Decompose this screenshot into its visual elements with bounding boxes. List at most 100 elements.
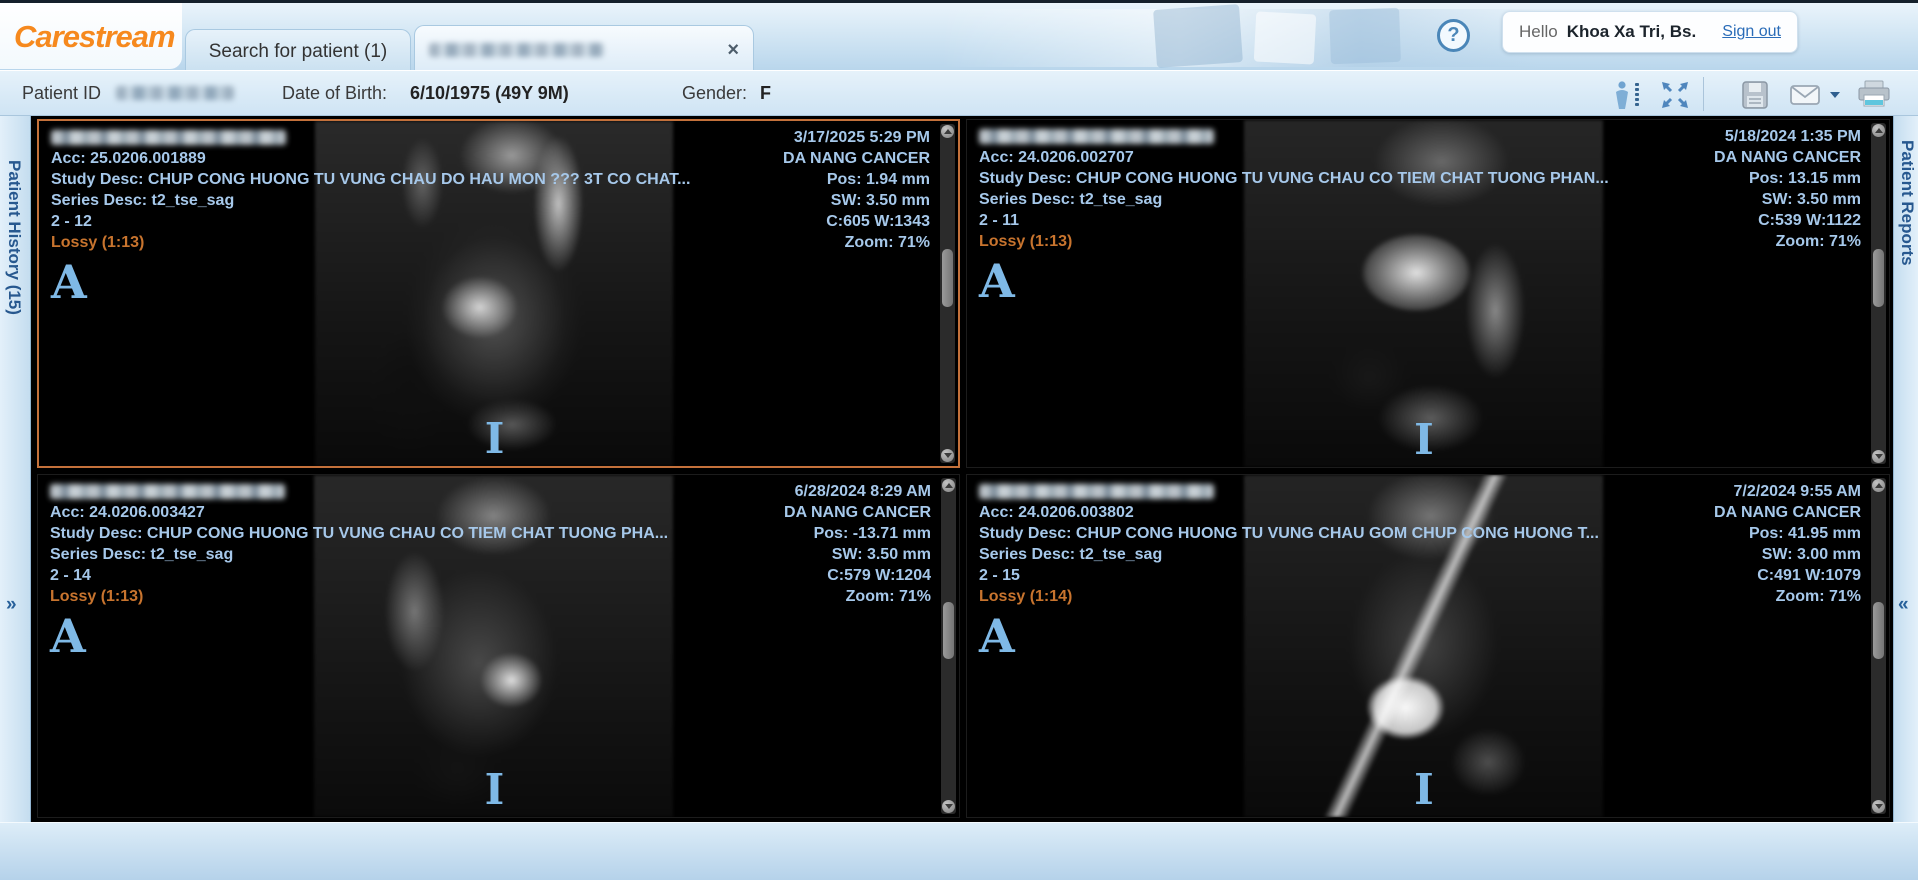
datetime-line: 7/2/2024 9:55 AM	[1714, 481, 1861, 502]
header-decoration	[1329, 8, 1401, 64]
viewer-panel-2[interactable]: Acc: 24.0206.002707 Study Desc: CHUP CON…	[966, 119, 1890, 468]
orientation-marker-anterior: A	[50, 613, 86, 659]
position-line: Pos: 13.15 mm	[1714, 168, 1861, 189]
dob-label: Date of Birth:	[282, 83, 387, 104]
logo-panel: Carestream	[0, 3, 182, 69]
slice-width-line: SW: 3.00 mm	[1714, 544, 1861, 565]
slice-width-line: SW: 3.50 mm	[784, 544, 931, 565]
viewer-panel-4[interactable]: Acc: 24.0206.003802 Study Desc: CHUP CON…	[966, 474, 1890, 818]
datetime-line: 3/17/2025 5:29 PM	[783, 127, 930, 148]
scrollbar-thumb[interactable]	[1873, 249, 1884, 307]
header-decoration	[1153, 4, 1243, 68]
scroll-up-icon[interactable]	[1872, 124, 1885, 137]
tab-active-patient[interactable]: ×	[414, 25, 754, 73]
scroll-up-icon[interactable]	[1872, 479, 1885, 492]
user-greeting-box: Hello Khoa Xa Tri, Bs. Sign out	[1502, 11, 1798, 53]
overlay-right: 3/17/2025 5:29 PM DA NANG CANCER Pos: 1.…	[783, 127, 930, 253]
scrollbar-thumb[interactable]	[1873, 602, 1884, 659]
scroll-down-icon[interactable]	[942, 800, 955, 813]
patient-name-redacted	[50, 484, 285, 499]
overlay-left: Acc: 24.0206.003427 Study Desc: CHUP CON…	[50, 481, 668, 607]
sign-out-link[interactable]: Sign out	[1722, 23, 1781, 41]
facility-line: DA NANG CANCER	[783, 148, 930, 169]
scrollbar-thumb[interactable]	[943, 602, 954, 659]
series-desc-line: Series Desc: t2_tse_sag	[979, 189, 1609, 210]
carestream-logo: Carestream	[14, 19, 175, 55]
zoom-line: Zoom: 71%	[1714, 231, 1861, 252]
accession-line: Acc: 24.0206.003802	[979, 502, 1599, 523]
expand-history-icon[interactable]: »	[6, 594, 17, 616]
accession-line: Acc: 24.0206.002707	[979, 147, 1609, 168]
image-index-line: 2 - 15	[979, 565, 1599, 586]
application-window: Carestream Search for patient (1) × ? He…	[0, 0, 1918, 880]
patient-reports-sidebar[interactable]: Patient Reports «	[1893, 116, 1918, 822]
zoom-line: Zoom: 71%	[783, 232, 930, 253]
patient-history-sidebar[interactable]: Patient History (15) »	[0, 116, 31, 822]
patient-info-bar: Patient ID Date of Birth: 6/10/1975 (49Y…	[0, 70, 1918, 116]
viewer-panel-3[interactable]: Acc: 24.0206.003427 Study Desc: CHUP CON…	[37, 474, 960, 818]
scroll-up-icon[interactable]	[941, 125, 954, 138]
panel-scrollbar[interactable]	[941, 478, 956, 814]
orientation-marker-anterior: A	[979, 613, 1015, 659]
panel-scrollbar[interactable]	[1871, 478, 1886, 814]
overlay-left: Acc: 25.0206.001889 Study Desc: CHUP CON…	[51, 127, 690, 253]
gender-label: Gender:	[682, 83, 747, 104]
email-dropdown-icon[interactable]	[1826, 76, 1844, 114]
tab-patient-name-redacted	[429, 43, 604, 57]
toolbar-divider	[1703, 77, 1704, 111]
image-index-line: 2 - 12	[51, 211, 690, 232]
header-decoration	[1254, 11, 1317, 64]
position-line: Pos: 41.95 mm	[1714, 523, 1861, 544]
greeting-label: Hello	[1519, 22, 1558, 42]
gender-value: F	[760, 83, 771, 104]
orientation-marker-anterior: A	[979, 258, 1015, 304]
tab-search-for-patient[interactable]: Search for patient (1)	[185, 29, 411, 73]
panel-scrollbar[interactable]	[940, 124, 955, 463]
overlay-right: 6/28/2024 8:29 AM DA NANG CANCER Pos: -1…	[784, 481, 931, 607]
facility-line: DA NANG CANCER	[1714, 147, 1861, 168]
series-desc-line: Series Desc: t2_tse_sag	[51, 190, 690, 211]
scroll-down-icon[interactable]	[1872, 450, 1885, 463]
zoom-line: Zoom: 71%	[784, 586, 931, 607]
scrollbar-thumb[interactable]	[942, 249, 953, 307]
app-header: Carestream Search for patient (1) × ? He…	[0, 0, 1918, 70]
save-icon[interactable]	[1736, 76, 1774, 114]
overlay-left: Acc: 24.0206.003802 Study Desc: CHUP CON…	[979, 481, 1599, 607]
window-level-line: C:491 W:1079	[1714, 565, 1861, 586]
print-icon[interactable]	[1852, 76, 1896, 114]
orientation-marker-inferior: I	[1414, 769, 1434, 811]
study-desc-line: Study Desc: CHUP CONG HUONG TU VUNG CHAU…	[979, 168, 1609, 189]
patient-reports-label: Patient Reports	[1897, 140, 1917, 266]
orientation-marker-anterior: A	[51, 259, 87, 305]
lossy-line: Lossy (1:13)	[979, 231, 1609, 252]
panel-scrollbar[interactable]	[1871, 123, 1886, 464]
scroll-up-icon[interactable]	[942, 479, 955, 492]
lossy-line: Lossy (1:14)	[979, 586, 1599, 607]
image-index-line: 2 - 11	[979, 210, 1609, 231]
localizer-icon[interactable]	[1610, 76, 1648, 114]
patient-history-label: Patient History (15)	[4, 160, 24, 315]
tab-label: Search for patient (1)	[209, 41, 387, 63]
datetime-line: 6/28/2024 8:29 AM	[784, 481, 931, 502]
fullscreen-icon[interactable]	[1656, 76, 1694, 114]
expand-reports-icon[interactable]: «	[1898, 594, 1909, 616]
patient-id-label: Patient ID	[22, 83, 101, 104]
position-line: Pos: 1.94 mm	[783, 169, 930, 190]
facility-line: DA NANG CANCER	[1714, 502, 1861, 523]
help-icon[interactable]: ?	[1437, 19, 1470, 52]
viewer-panel-1[interactable]: Acc: 25.0206.001889 Study Desc: CHUP CON…	[37, 119, 960, 468]
close-tab-icon[interactable]: ×	[727, 40, 739, 60]
slice-width-line: SW: 3.50 mm	[783, 190, 930, 211]
scroll-down-icon[interactable]	[1872, 800, 1885, 813]
zoom-line: Zoom: 71%	[1714, 586, 1861, 607]
lossy-line: Lossy (1:13)	[50, 586, 668, 607]
window-level-line: C:539 W:1122	[1714, 210, 1861, 231]
study-desc-line: Study Desc: CHUP CONG HUONG TU VUNG CHAU…	[979, 523, 1599, 544]
series-desc-line: Series Desc: t2_tse_sag	[979, 544, 1599, 565]
patient-name-redacted	[979, 129, 1214, 144]
email-icon[interactable]	[1786, 76, 1824, 114]
overlay-right: 5/18/2024 1:35 PM DA NANG CANCER Pos: 13…	[1714, 126, 1861, 252]
scroll-down-icon[interactable]	[941, 449, 954, 462]
patient-name-redacted	[979, 484, 1214, 499]
datetime-line: 5/18/2024 1:35 PM	[1714, 126, 1861, 147]
